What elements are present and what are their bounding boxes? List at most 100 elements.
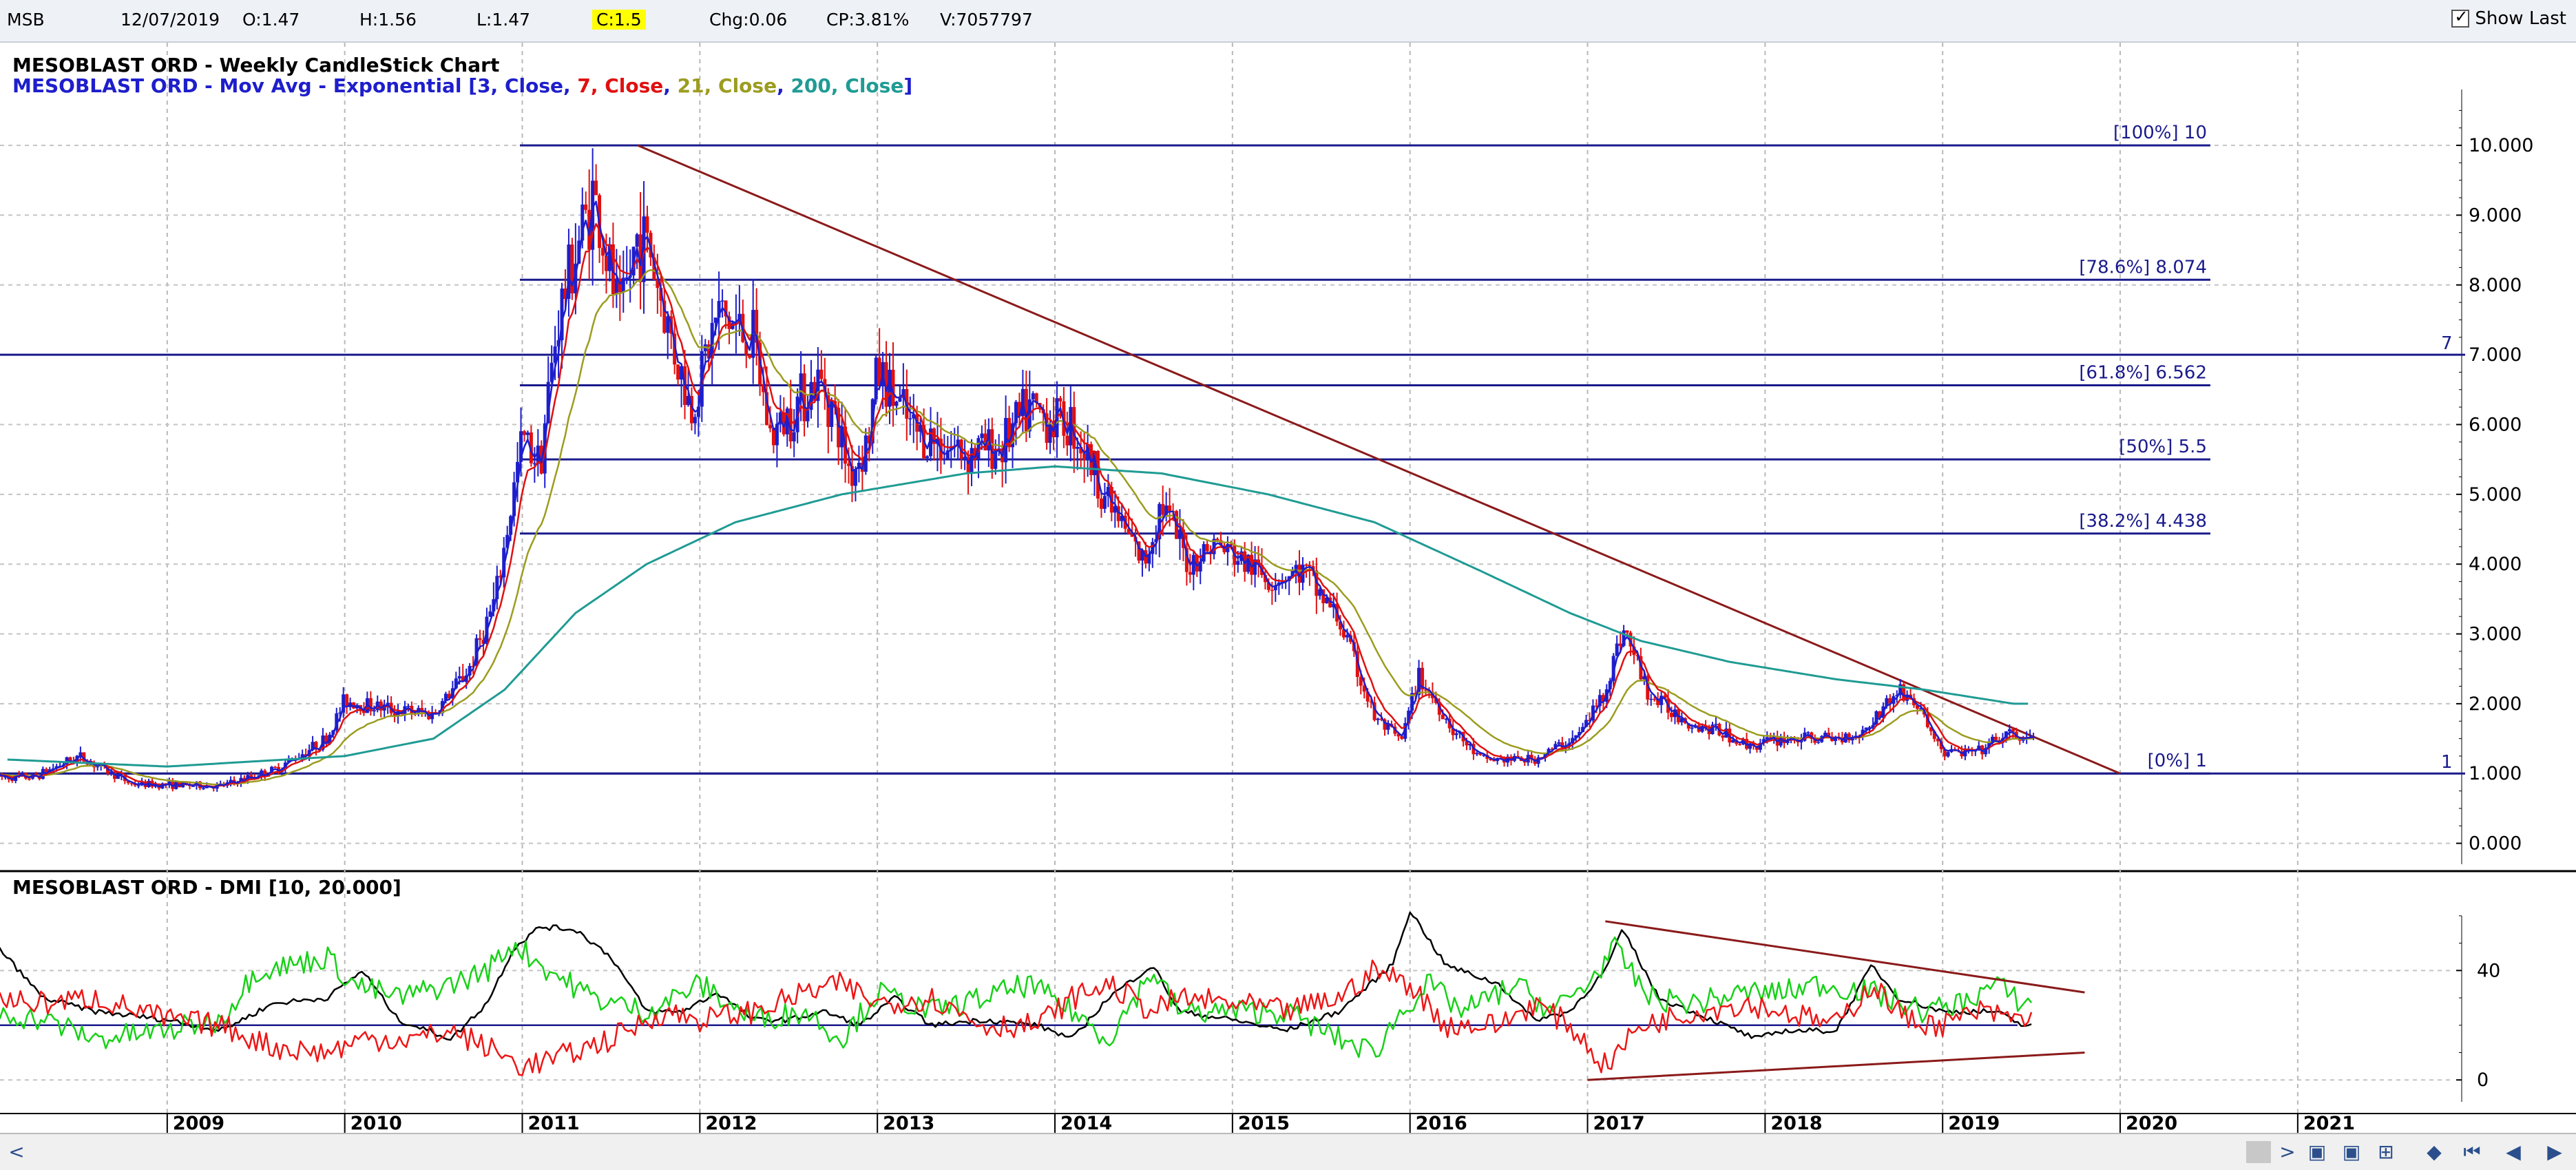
ema-200-line [8,466,2028,766]
candle-body [584,205,587,210]
dmi-plusminus-di-line [0,937,2031,1057]
fibonacci-level-label: [38.2%] 4.438 [2079,511,2207,532]
candle-body [1690,728,1694,729]
candle-body [793,432,796,441]
year-tick-label: 2014 [1060,1113,1112,1133]
year-tick-label: 2010 [350,1113,402,1133]
candle-body [1557,742,1560,744]
candle-body [1721,735,1724,738]
candle-body [721,300,724,302]
scroll-right-arrow-icon[interactable]: > [2274,1140,2301,1164]
year-tick-label: 2012 [705,1113,757,1133]
candle-body [1649,699,1653,700]
price-axis-label: 8.000 [2469,275,2522,296]
candle-body [925,457,929,459]
candle-body [1670,713,1673,717]
dmi-minus-di-line [0,961,2031,1076]
price-axis-label: 10.000 [2469,135,2533,156]
candle-body [1168,505,1171,511]
candle-body [943,459,946,460]
candle-body [406,706,410,707]
candle-body [1738,744,1741,745]
step-forward-icon[interactable]: ◀ [2500,1140,2527,1164]
candle-body [854,469,857,486]
fit-chart-icon[interactable]: ⊞ [2372,1140,2400,1164]
candle-body [1308,565,1311,566]
horizontal-scrollbar-thumb[interactable] [2246,1141,2271,1163]
candle-body [1653,699,1656,700]
candle-body [908,419,912,420]
candle-body [1270,590,1274,592]
ma-legend-ema200: 200, Close [790,74,903,97]
candle-body [1400,736,1403,739]
step-back-icon[interactable]: ⏮ [2458,1140,2486,1164]
year-tick-label: 2018 [1770,1113,1822,1133]
year-tick-label: 2021 [2303,1113,2355,1133]
candle-body [202,788,205,789]
scroll-left-arrow-icon[interactable]: < [3,1140,30,1164]
candle-body [1376,719,1380,720]
candle-body [1816,742,1820,743]
scroll-end-icon[interactable]: ▶ [2541,1140,2568,1164]
year-tick-label: 2009 [173,1113,224,1133]
price-axis-label: 6.000 [2469,414,2522,435]
candle-body [594,180,598,195]
horizontal-level-label: 1 [2441,752,2453,773]
candle-body [1236,561,1239,565]
candle-body [636,234,639,247]
price-axis-label: 9.000 [2469,205,2522,226]
price-axis-label: 1.000 [2469,763,2522,784]
chart-canvas[interactable]: 2009201020112012201320142015201620172018… [0,0,2576,1133]
price-axis-label: 0.000 [2469,833,2522,855]
candle-body [1065,436,1069,446]
candle-body [1188,572,1192,575]
zoom-out-icon[interactable]: ▣ [2338,1140,2365,1164]
candle-body [888,370,892,407]
candle-body [1206,544,1209,551]
ema-7-line [0,224,2033,786]
dmi-adx-line [0,912,2031,1040]
candle-body [605,255,608,271]
ema-21-line [0,270,2033,784]
year-tick-label: 2011 [528,1113,580,1133]
year-tick-label: 2017 [1593,1113,1645,1133]
scroll-start-icon[interactable]: ◆ [2420,1140,2448,1164]
candle-body [676,364,680,379]
candle-body [1714,724,1717,725]
zoom-in-icon[interactable]: ▣ [2303,1140,2331,1164]
ma-legend-prefix: MESOBLAST ORD - Mov Avg - Exponential [ [12,74,477,97]
horizontal-level-label: 7 [2441,333,2453,354]
price-axis-label: 5.000 [2469,484,2522,505]
year-tick-label: 2016 [1416,1113,1467,1133]
candle-body [1345,635,1349,637]
candle-body [373,710,376,711]
candle-body [1216,539,1219,540]
fibonacci-level-label: [78.6%] 8.074 [2079,257,2207,278]
candle-body [1161,504,1164,515]
fibonacci-level-label: [100%] 10 [2113,123,2207,143]
price-chart-title: MESOBLAST ORD - Weekly CandleStick Chart [12,54,499,76]
candle-body [1076,447,1079,449]
candle-body [1103,496,1107,509]
candle-body [768,425,772,428]
fibonacci-level-label: [61.8%] 6.562 [2079,363,2207,384]
year-tick-label: 2019 [1948,1113,2000,1133]
dmi-trendline [1588,1052,2085,1080]
candle-body [615,279,618,295]
ma-legend-ema3: 3, Close [477,74,563,97]
candle-body [980,434,983,439]
price-axis-label: 3.000 [2469,624,2522,645]
candle-body [523,431,526,435]
candle-body [1806,732,1810,733]
candle-body [994,450,997,469]
candle-body [458,676,461,678]
year-tick-label: 2020 [2126,1113,2177,1133]
candle-body [1626,630,1629,632]
year-tick-label: 2015 [1238,1113,1290,1133]
candle-body [803,373,806,421]
candle-body [28,779,31,780]
price-axis-label: 2.000 [2469,693,2522,715]
candle-body [137,785,140,786]
candle-body [693,417,697,423]
fibonacci-level-label: [0%] 1 [2148,751,2207,771]
